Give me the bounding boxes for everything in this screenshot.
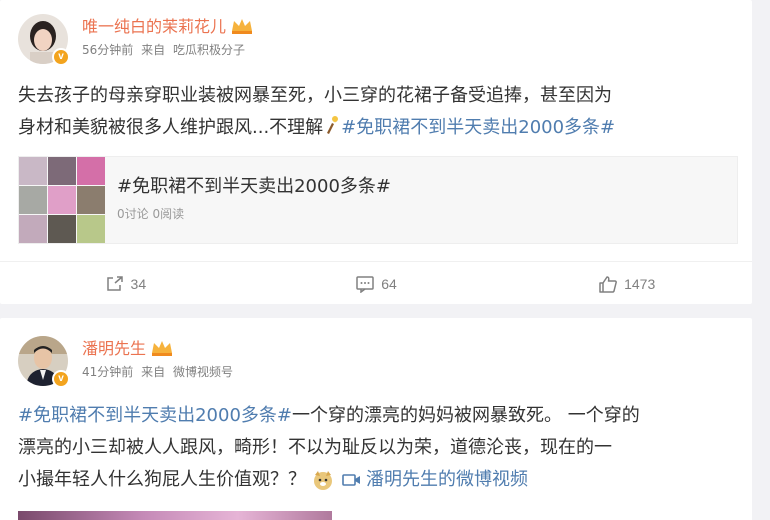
- thumbnail: [48, 157, 76, 185]
- post-source[interactable]: 吃瓜积极分子: [173, 43, 245, 57]
- thumbnail: [77, 215, 105, 243]
- doge-emoji-icon: [314, 471, 332, 490]
- comment-icon: [356, 275, 374, 293]
- weibo-post-card: v 唯一纯白的茉莉花儿 56分钟前 来自 吃瓜积极分子 失去孩子的母亲穿职业装被…: [0, 0, 752, 304]
- topic-share-card[interactable]: #免职裙不到半天卖出2000多条# 0讨论 0阅读: [18, 156, 738, 244]
- repost-icon: [106, 275, 123, 291]
- post-text-line: 失去孩子的母亲穿职业装被网暴至死，小三穿的花裙子备受追捧，甚至因为: [18, 85, 612, 106]
- post-text-line: 小撮年轻人什么狗屁人生价值观？？ 潘明先生的微博视频: [18, 464, 738, 496]
- comment-button[interactable]: 64: [251, 262, 502, 305]
- v-badge-icon: v: [52, 370, 70, 388]
- post-time[interactable]: 56分钟前: [82, 43, 133, 57]
- author-avatar[interactable]: v: [18, 336, 70, 388]
- thinking-emoji-icon: [327, 116, 339, 134]
- crown-icon: [152, 341, 173, 356]
- video-preview-thumbnail[interactable]: [18, 511, 332, 520]
- topic-link[interactable]: #免职裙不到半天卖出2000多条#: [341, 117, 615, 138]
- source-prefix: 来自: [141, 43, 166, 57]
- thumbnail: [19, 186, 47, 214]
- post-text-fragment: 一个穿的漂亮的妈妈被网暴致死。 一个穿的: [291, 405, 640, 426]
- share-card-title[interactable]: #免职裙不到半天卖出2000多条#: [117, 175, 391, 199]
- share-card-stats: 0讨论 0阅读: [117, 207, 185, 221]
- post-text-fragment: 身材和美貌被很多人维护跟风...不理解: [18, 117, 324, 138]
- post-text-line: #免职裙不到半天卖出2000多条#一个穿的漂亮的妈妈被网暴致死。 一个穿的: [18, 400, 738, 432]
- author-avatar[interactable]: v: [18, 14, 70, 66]
- comment-count: 64: [381, 275, 397, 292]
- author-name-text[interactable]: 唯一纯白的茉莉花儿: [82, 17, 226, 36]
- like-button[interactable]: 1473: [501, 262, 752, 305]
- post-text-line: 身材和美貌被很多人维护跟风...不理解 #免职裙不到半天卖出2000多条#: [18, 112, 738, 144]
- thumbnail: [48, 186, 76, 214]
- repost-button[interactable]: 34: [0, 262, 251, 305]
- v-badge-icon: v: [52, 48, 70, 66]
- post-meta: 41分钟前 来自 微博视频号: [82, 364, 237, 380]
- source-prefix: 来自: [141, 365, 166, 379]
- thumbnail: [19, 157, 47, 185]
- post-text-line: 漂亮的小三却被人人跟风，畸形！不以为耻反以为荣，道德沦丧，现在的一: [18, 437, 612, 458]
- thumbnail: [77, 186, 105, 214]
- like-count: 1473: [624, 275, 656, 292]
- repost-count: 34: [130, 275, 147, 292]
- post-source[interactable]: 微博视频号: [173, 365, 233, 379]
- thumbnail: [77, 157, 105, 185]
- crown-icon: [232, 19, 253, 34]
- author-name-text[interactable]: 潘明先生: [82, 339, 146, 358]
- video-icon: [342, 474, 360, 486]
- author-name[interactable]: 潘明先生: [82, 339, 174, 359]
- post-time[interactable]: 41分钟前: [82, 365, 133, 379]
- weibo-post-card: v 潘明先生 41分钟前 来自 微博视频号 #免职裙不到半天卖出2000多条#一…: [0, 318, 752, 520]
- thumbnail: [19, 215, 47, 243]
- author-name[interactable]: 唯一纯白的茉莉花儿: [82, 17, 254, 37]
- topic-link[interactable]: #免职裙不到半天卖出2000多条#: [18, 405, 292, 426]
- like-icon: [599, 275, 618, 293]
- post-text-fragment: 小撮年轻人什么狗屁人生价值观？？: [18, 469, 306, 490]
- post-meta: 56分钟前 来自 吃瓜积极分子: [82, 42, 249, 58]
- post-text: #免职裙不到半天卖出2000多条#一个穿的漂亮的妈妈被网暴致死。 一个穿的 漂亮…: [18, 400, 738, 496]
- thumbnail: [48, 215, 76, 243]
- topic-thumbnail-grid: [19, 157, 105, 243]
- video-link[interactable]: 潘明先生的微博视频: [366, 469, 528, 490]
- action-bar: 34 64 1473: [0, 261, 752, 305]
- post-text: 失去孩子的母亲穿职业装被网暴至死，小三穿的花裙子备受追捧，甚至因为 身材和美貌被…: [18, 80, 738, 144]
